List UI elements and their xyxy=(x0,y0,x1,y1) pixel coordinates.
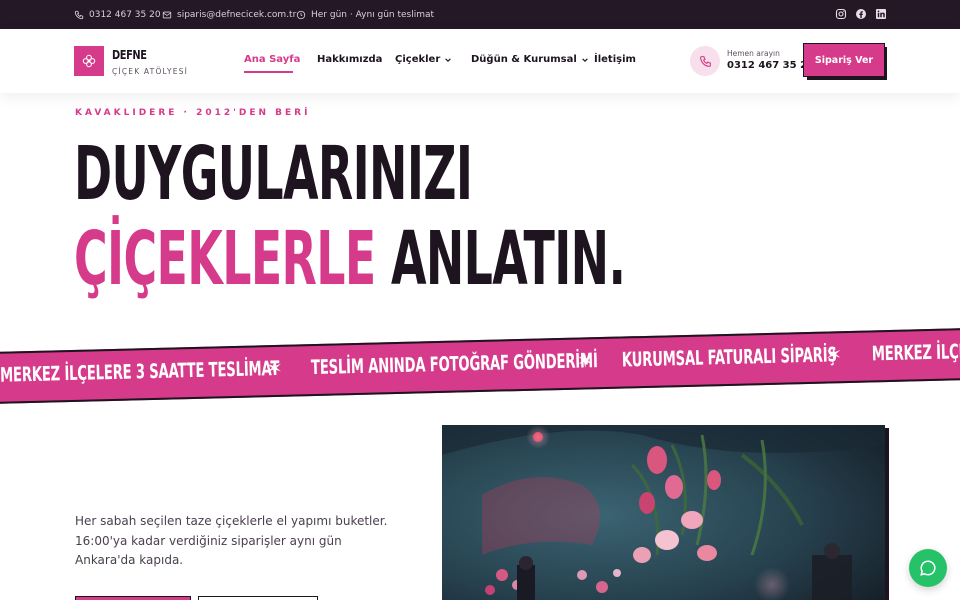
call-number[interactable]: 0312 467 35 20 xyxy=(727,60,814,71)
hero-title-accent: ÇİÇEKLERLE xyxy=(74,216,376,302)
order-button[interactable]: Sipariş Ver xyxy=(803,43,885,77)
linkedin-icon[interactable] xyxy=(875,8,887,20)
nav-item-home[interactable]: Ana Sayfa xyxy=(244,54,300,65)
topbar-hours-text: Her gün · Aynı gün teslimat xyxy=(311,9,435,20)
hero-title-rest: ANLATIN. xyxy=(375,216,626,302)
flower-arrangement-photo xyxy=(442,425,885,600)
nav-active-underline xyxy=(244,71,293,73)
secondary-cta-button[interactable] xyxy=(198,596,318,600)
hero-intro-text: Her sabah seçilen taze çiçeklerle el yap… xyxy=(75,514,388,567)
marquee-ribbon: MERKEZ İLÇELERE 3 SAATTE TESLİMAT ✶ TESL… xyxy=(0,327,960,405)
marquee-item: MERKEZ İLÇELERE 3 SAATTE TESLİMAT xyxy=(871,335,960,366)
marquee-track: MERKEZ İLÇELERE 3 SAATTE TESLİMAT ✶ TESL… xyxy=(0,335,960,387)
nav-item-contact[interactable]: İletişim xyxy=(594,54,636,65)
marquee-item: MERKEZ İLÇELERE 3 SAATTE TESLİMAT xyxy=(0,355,280,387)
topbar-phone-text: 0312 467 35 20 xyxy=(89,9,161,20)
flower-logo-icon xyxy=(82,54,96,68)
top-bar: 0312 467 35 20 siparis@defnecicek.com.tr… xyxy=(0,0,960,29)
nav-item-label: Çiçekler xyxy=(395,54,441,65)
mail-icon xyxy=(162,11,172,18)
nav-item-label: Hakkımızda xyxy=(317,54,383,65)
phone-icon xyxy=(74,10,84,19)
nav-item-label: İletişim xyxy=(594,54,636,65)
topbar-hours: Her gün · Aynı gün teslimat xyxy=(296,0,434,29)
hero-title-line2: ÇİÇEKLERLE ANLATIN. xyxy=(74,222,626,296)
nav-item-label: Ana Sayfa xyxy=(244,54,301,65)
topbar-phone[interactable]: 0312 467 35 20 xyxy=(74,0,161,29)
hero-eyebrow: KAVAKLIDERE · 2012'DEN BERİ xyxy=(75,108,311,118)
nav-item-label: Düğün & Kurumsal xyxy=(471,54,577,65)
primary-cta-button[interactable] xyxy=(75,596,191,600)
hero-title-line1: DUYGULARINIZI xyxy=(74,131,473,217)
facebook-icon[interactable] xyxy=(855,8,867,20)
hero-image xyxy=(442,425,885,600)
brand-subtitle: ÇİÇEK ATÖLYESİ xyxy=(112,67,189,76)
topbar-email[interactable]: siparis@defnecicek.com.tr xyxy=(162,0,296,29)
brand-name[interactable]: DEFNE xyxy=(112,48,147,62)
instagram-icon[interactable] xyxy=(835,8,847,20)
chevron-down-icon xyxy=(445,57,452,62)
nav-item-flowers[interactable]: Çiçekler xyxy=(395,54,452,65)
chat-bubble-icon xyxy=(920,560,936,576)
chat-button[interactable] xyxy=(909,549,947,587)
clock-icon xyxy=(296,10,306,19)
logo-mark[interactable] xyxy=(74,46,104,76)
call-label: Hemen arayın xyxy=(727,49,780,58)
chevron-down-icon xyxy=(582,57,588,62)
call-button[interactable] xyxy=(690,46,720,76)
marquee-item: TESLİM ANINDA FOTOĞRAF GÖNDERİMİ xyxy=(310,348,598,380)
marquee-item: KURUMSAL FATURALI SİPARİŞ xyxy=(621,342,837,372)
topbar-email-text: siparis@defnecicek.com.tr xyxy=(177,9,297,20)
nav-item-about[interactable]: Hakkımızda xyxy=(317,54,382,65)
nav-item-wedding-corporate[interactable]: Düğün & Kurumsal xyxy=(471,54,589,65)
phone-icon xyxy=(699,55,711,67)
